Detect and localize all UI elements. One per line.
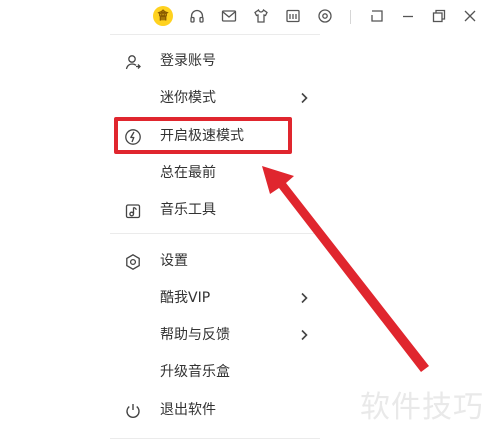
player-icon[interactable] <box>285 8 301 24</box>
mini-window-icon[interactable] <box>369 8 385 24</box>
settings-icon <box>124 253 142 271</box>
menu-item-mini-mode[interactable]: 迷你模式 <box>110 82 320 114</box>
music-tools-icon <box>124 202 142 220</box>
title-toolbar: 會 <box>0 0 500 34</box>
tshirt-icon[interactable] <box>253 8 269 24</box>
menu-item-upgrade[interactable]: 升级音乐盒 <box>110 356 320 388</box>
chevron-right-icon <box>298 328 310 342</box>
close-icon[interactable] <box>462 8 478 24</box>
menu-item-music-tools[interactable]: 音乐工具 <box>110 194 320 226</box>
menu-item-help-feedback[interactable]: 帮助与反馈 <box>110 319 320 351</box>
watermark-text: 软件技巧 <box>360 390 484 425</box>
settings-gear-icon[interactable] <box>317 8 333 24</box>
menu-item-label: 迷你模式 <box>160 90 216 106</box>
mail-icon[interactable] <box>221 8 237 24</box>
menu-divider <box>110 34 320 35</box>
highlight-box <box>114 117 292 154</box>
menu-item-label: 帮助与反馈 <box>160 327 230 343</box>
menu-item-label: 登录账号 <box>160 53 216 69</box>
menu-item-login[interactable]: 登录账号 <box>110 45 320 77</box>
vip-icon[interactable]: 會 <box>153 6 173 26</box>
chevron-right-icon <box>298 91 310 105</box>
headphones-icon[interactable] <box>189 8 205 24</box>
menu-item-label: 设置 <box>160 253 188 269</box>
power-icon <box>124 402 142 420</box>
menu-item-settings[interactable]: 设置 <box>110 245 320 277</box>
menu-item-label: 退出软件 <box>160 402 216 418</box>
menu-item-exit[interactable]: 退出软件 <box>110 394 320 426</box>
menu-divider <box>110 438 320 439</box>
menu-item-label: 酷我VIP <box>160 290 211 306</box>
menu-divider <box>110 233 320 234</box>
user-icon <box>124 53 142 71</box>
menu-item-label: 升级音乐盒 <box>160 364 230 380</box>
minimize-icon[interactable] <box>400 8 416 24</box>
menu-item-kuwo-vip[interactable]: 酷我VIP <box>110 282 320 314</box>
menu-item-label: 总在最前 <box>160 165 216 181</box>
menu-item-always-on-top[interactable]: 总在最前 <box>110 157 320 189</box>
toolbar-divider <box>350 10 351 24</box>
main-dropdown-menu: 登录账号 迷你模式 开启极速模式 总在最前 音乐工具 设置 酷我VIP 帮助与反… <box>110 34 320 442</box>
restore-icon[interactable] <box>431 8 447 24</box>
menu-item-label: 音乐工具 <box>160 202 216 218</box>
chevron-right-icon <box>298 291 310 305</box>
